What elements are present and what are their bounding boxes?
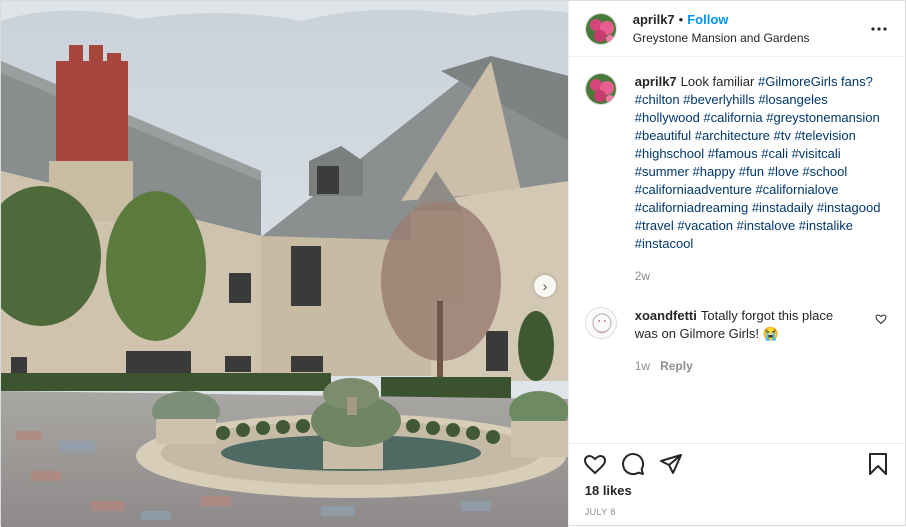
- comment-time[interactable]: 1w: [635, 359, 650, 373]
- more-options-icon[interactable]: [871, 18, 887, 36]
- comment-icon[interactable]: [621, 452, 645, 476]
- comment-item: xoandfetti Totally forgot this place was …: [584, 307, 889, 375]
- caption-meta: 2w: [635, 267, 889, 285]
- separator-dot: •: [678, 11, 684, 27]
- chevron-right-icon: ›: [542, 278, 548, 294]
- location-link[interactable]: Greystone Mansion and Gardens: [633, 29, 810, 47]
- caption: aprilk7 Look familiar #GilmoreGirls fans?…: [584, 73, 889, 285]
- post-date[interactable]: JULY 8: [569, 507, 905, 527]
- like-count[interactable]: 18 likes: [569, 483, 905, 507]
- avatar-sketch-image: [585, 308, 616, 338]
- comments-section: aprilk7 Look familiar #GilmoreGirls fans?…: [569, 57, 905, 443]
- post-card: › aprilk7 • Follow Greystone Mansion and G…: [0, 0, 906, 527]
- caption-body: aprilk7 Look familiar #GilmoreGirls fans?…: [635, 73, 889, 285]
- caption-time[interactable]: 2w: [635, 269, 650, 283]
- caption-username[interactable]: aprilk7: [635, 74, 677, 89]
- header-text: aprilk7 • Follow Greystone Mansion and Gar…: [633, 11, 810, 47]
- post-sidebar: aprilk7 • Follow Greystone Mansion and Gar…: [567, 1, 905, 527]
- post-photo[interactable]: ›: [1, 1, 568, 527]
- bookmark-icon[interactable]: [867, 452, 889, 476]
- post-header: aprilk7 • Follow Greystone Mansion and Gar…: [568, 1, 905, 57]
- next-photo-button[interactable]: ›: [534, 275, 556, 297]
- comment-body: xoandfetti Totally forgot this place was …: [635, 307, 889, 375]
- share-icon[interactable]: [659, 452, 683, 476]
- comment-meta: 1w Reply: [635, 357, 859, 375]
- comment-username[interactable]: xoandfetti: [635, 308, 697, 323]
- mansion-photo-image: [1, 1, 568, 527]
- caption-hashtags[interactable]: #GilmoreGirls fans? #chilton #beverlyhil…: [635, 74, 881, 251]
- heart-icon[interactable]: [583, 452, 607, 476]
- avatar-flower-image: [585, 74, 616, 104]
- header-username[interactable]: aprilk7: [633, 12, 675, 27]
- reply-button[interactable]: Reply: [660, 359, 693, 373]
- comment-like-heart-icon[interactable]: [875, 313, 887, 328]
- avatar[interactable]: [584, 12, 617, 45]
- action-bar: [568, 443, 905, 483]
- caption-avatar[interactable]: [584, 73, 617, 105]
- follow-button[interactable]: Follow: [687, 12, 728, 27]
- caption-text: Look familiar: [680, 74, 758, 89]
- avatar-flower-image: [585, 13, 616, 44]
- commenter-avatar[interactable]: [584, 307, 617, 339]
